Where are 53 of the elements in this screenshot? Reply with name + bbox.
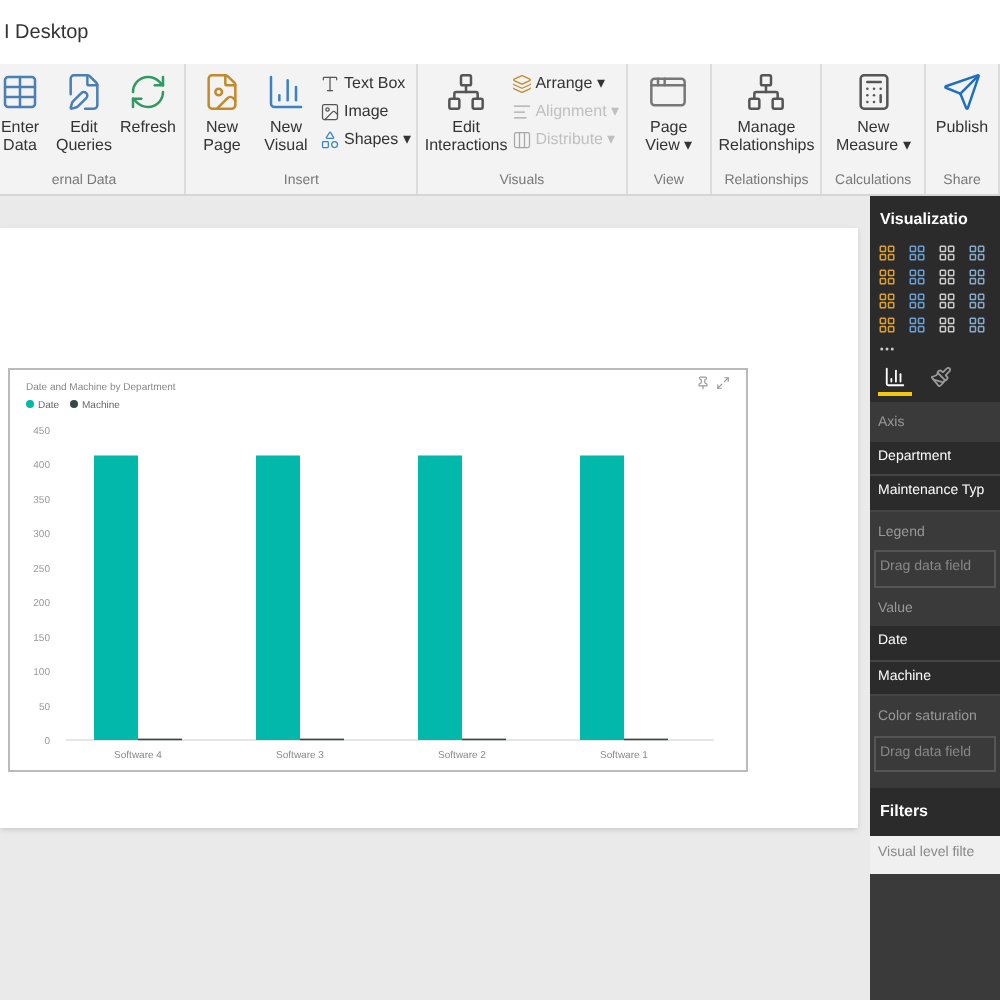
refresh-icon xyxy=(128,72,168,112)
shapes-icon xyxy=(320,130,340,150)
chart-type-icon[interactable] xyxy=(908,244,926,262)
chart-type-icon[interactable] xyxy=(908,292,926,310)
ribbon-small-button[interactable]: Shapes ▾ xyxy=(320,128,411,152)
ribbon-small-button[interactable]: Image xyxy=(320,100,411,124)
align-icon xyxy=(511,102,532,122)
ribbon-small-button[interactable]: Text Box xyxy=(320,72,411,96)
focus-icon xyxy=(716,376,730,390)
paint-roller-icon xyxy=(930,366,952,388)
ribbon-button[interactable]: Page View ▾ xyxy=(633,72,705,172)
ribbon-button[interactable]: Publish xyxy=(932,72,992,172)
window-icon xyxy=(648,72,689,112)
ribbon-button[interactable]: New Measure ▾ xyxy=(828,72,918,172)
chart-type-icon[interactable] xyxy=(878,316,896,334)
chart-type-icon[interactable] xyxy=(938,316,956,334)
chart-type-icon[interactable] xyxy=(908,316,926,334)
image-icon xyxy=(320,102,340,122)
ribbon-button[interactable]: Edit Interactions xyxy=(424,72,508,172)
chart-type-icon[interactable] xyxy=(968,316,986,334)
chart-type-icon[interactable] xyxy=(968,268,986,286)
fields-icon xyxy=(884,366,906,388)
layers-icon xyxy=(511,74,532,94)
nodes-icon xyxy=(746,72,787,112)
ribbon-button[interactable]: Refresh xyxy=(118,72,178,172)
chart-type-icon[interactable] xyxy=(878,244,896,262)
chart-type-icon[interactable] xyxy=(878,292,896,310)
ribbon-button[interactable]: Edit Queries xyxy=(54,72,114,172)
chart-type-icon[interactable] xyxy=(878,268,896,286)
chart-type-icon[interactable] xyxy=(938,268,956,286)
pin-icon xyxy=(696,376,710,390)
text-box-icon xyxy=(320,74,340,94)
calculator-icon xyxy=(853,72,894,112)
chart-type-icon[interactable] xyxy=(968,292,986,310)
window-title: I Desktop xyxy=(2,19,89,47)
ribbon-button[interactable]: New Visual xyxy=(256,72,316,172)
ribbon-button[interactable]: Enter Data xyxy=(0,72,50,172)
panel-title: Visualizatio xyxy=(870,196,1000,244)
chart-type-icon[interactable] xyxy=(938,244,956,262)
chart-type-icon[interactable] xyxy=(968,244,986,262)
chart-type-icon[interactable] xyxy=(908,268,926,286)
chart-type-icon[interactable] xyxy=(938,292,956,310)
bar-chart-icon xyxy=(266,72,306,112)
ribbon-button[interactable]: New Page xyxy=(192,72,252,172)
ribbon-small-button[interactable]: Arrange ▾ xyxy=(511,72,620,96)
filters-title: Filters xyxy=(870,788,1000,836)
columns-icon xyxy=(511,130,532,150)
publish-icon xyxy=(942,72,982,112)
nodes-icon xyxy=(446,72,487,112)
table-icon xyxy=(0,72,40,112)
panel-tab[interactable] xyxy=(878,366,912,396)
ribbon-button[interactable]: Manage Relationships xyxy=(718,72,815,172)
page-picture-icon xyxy=(202,72,242,112)
